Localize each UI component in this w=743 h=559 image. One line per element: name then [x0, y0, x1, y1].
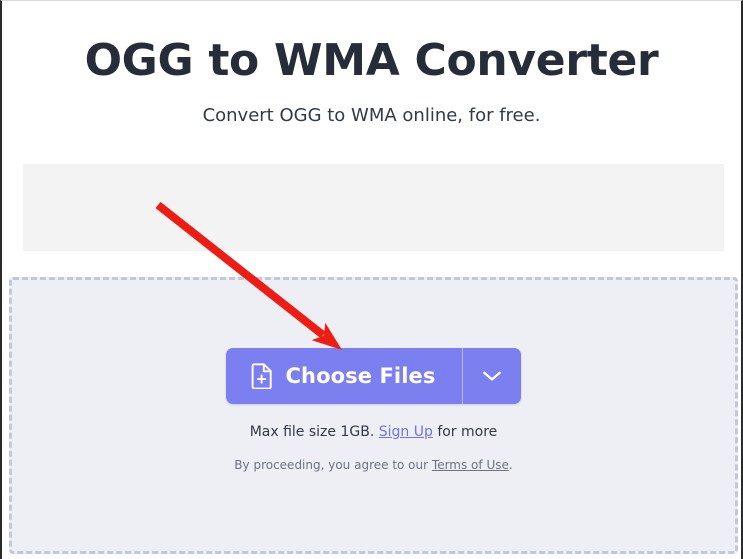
chevron-down-icon	[482, 370, 502, 382]
choose-files-dropdown-toggle[interactable]	[463, 348, 521, 404]
file-plus-icon	[251, 363, 274, 390]
choose-files-button[interactable]: Choose Files	[226, 348, 463, 404]
terms-prefix: By proceeding, you agree to our	[234, 458, 429, 472]
page-subtitle: Convert OGG to WMA online, for free.	[202, 105, 541, 126]
terms-of-use-link[interactable]: Terms of Use	[432, 458, 509, 472]
choose-files-label: Choose Files	[285, 364, 436, 388]
sign-up-link[interactable]: Sign Up	[379, 424, 433, 440]
max-file-size-prefix: Max file size 1GB.	[249, 424, 375, 440]
choose-files-button-group[interactable]: Choose Files	[225, 348, 522, 404]
terms-note: By proceeding, you agree to our Terms of…	[12, 441, 735, 473]
page-header: OGG to WMA Converter Convert OGG to WMA …	[2, 1, 741, 128]
dropzone-content: Choose Files Max file size 1GB. Sign Up …	[12, 348, 735, 473]
ad-placeholder-strip	[23, 164, 724, 251]
terms-suffix: .	[508, 458, 513, 472]
converter-page: OGG to WMA Converter Convert OGG to WMA …	[0, 0, 743, 559]
max-file-size-note: Max file size 1GB. Sign Up for more	[12, 404, 735, 441]
max-file-size-suffix: for more	[437, 424, 498, 440]
file-dropzone[interactable]: Choose Files Max file size 1GB. Sign Up …	[9, 277, 738, 554]
page-title: OGG to WMA Converter	[84, 35, 659, 86]
